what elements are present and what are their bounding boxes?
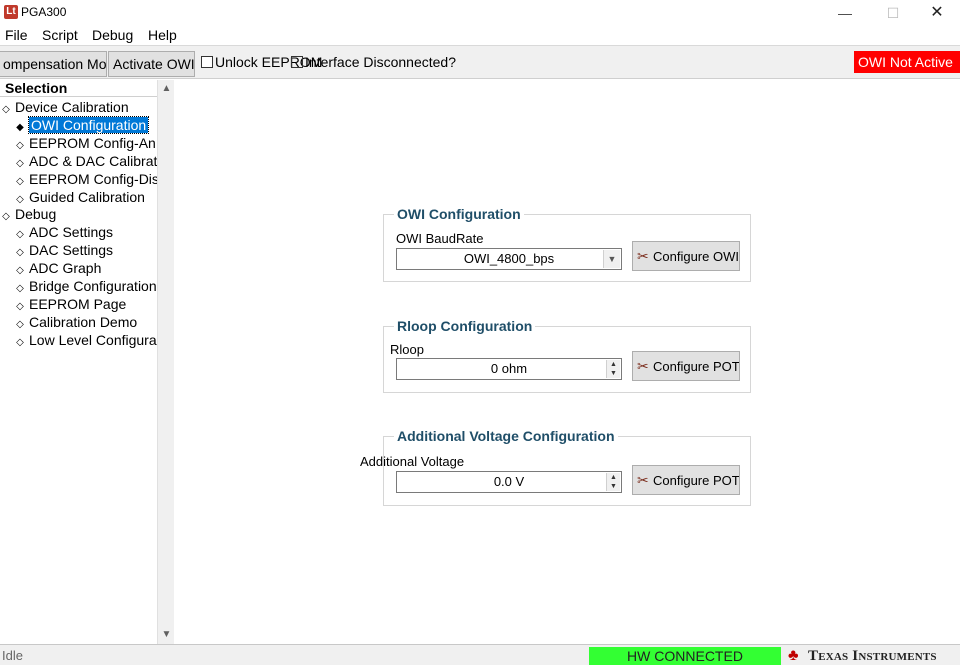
sidebar: Selection ◇ Device Calibration ◆ OWI Config… bbox=[0, 80, 174, 644]
spin-up-icon[interactable]: ▲ bbox=[607, 360, 620, 369]
spin-down-icon[interactable]: ▼ bbox=[607, 369, 620, 378]
tree-item-label: EEPROM Page bbox=[29, 295, 127, 312]
activate-owi-button[interactable]: Activate OWI bbox=[108, 51, 195, 77]
texas-state-icon: ♣ bbox=[788, 647, 799, 664]
tree-item-label: Calibration Demo bbox=[29, 313, 138, 330]
owi-status-badge: OWI Not Active bbox=[854, 51, 960, 73]
rloop-label: Rloop bbox=[390, 342, 424, 357]
tree-item[interactable]: ◇ ADC Settings bbox=[15, 223, 113, 241]
owi-baudrate-value: OWI_4800_bps bbox=[463, 251, 555, 266]
owi-configuration-group: OWI Configuration OWI BaudRate OWI_4800_… bbox=[383, 206, 751, 282]
tree-item[interactable]: ◇ EEPROM Config-An bbox=[15, 134, 156, 152]
group-title: OWI Configuration bbox=[394, 206, 524, 222]
tree-item-label: ADC Settings bbox=[29, 224, 114, 241]
brand-name: Texas Instruments bbox=[808, 648, 937, 664]
interface-disconnected-label: Interface Disconnected? bbox=[305, 54, 456, 70]
owi-baudrate-label: OWI BaudRate bbox=[396, 231, 484, 246]
additional-voltage-value: 0.0 V bbox=[493, 474, 525, 489]
menu-script[interactable]: Script bbox=[42, 26, 78, 45]
hw-connected-badge: HW CONNECTED bbox=[589, 647, 781, 665]
additional-voltage-label: Additional Voltage bbox=[360, 454, 465, 469]
diamond-icon: ◇ bbox=[2, 211, 10, 223]
tree-item-label: ADC & DAC Calibrati bbox=[29, 152, 157, 169]
tree-item-label: Low Level Configura bbox=[29, 331, 157, 348]
tree-item-label: ADC Graph bbox=[29, 260, 102, 277]
tools-icon: ✂ bbox=[637, 248, 649, 264]
tree-item[interactable]: ◇ Device Calibration bbox=[1, 98, 129, 116]
chevron-down-icon[interactable]: ▼ bbox=[603, 250, 620, 268]
sidebar-scrollbar[interactable]: ▲ ▼ bbox=[157, 80, 174, 644]
maximize-button[interactable]: ☐ bbox=[870, 0, 916, 26]
configure-pot-label: Configure POT bbox=[653, 359, 740, 374]
diamond-icon: ◇ bbox=[16, 336, 24, 348]
sidebar-header: Selection bbox=[0, 80, 157, 97]
tree-item-label: DAC Settings bbox=[29, 242, 114, 259]
scroll-up-icon[interactable]: ▲ bbox=[158, 80, 175, 97]
minimize-button[interactable]: — bbox=[822, 0, 868, 26]
tree-item[interactable]: ◇ EEPROM Config-Dis bbox=[15, 170, 157, 188]
tree-item-label: Bridge Configuration bbox=[29, 278, 157, 294]
texas-instruments-logo: ♣ Texas Instruments bbox=[788, 647, 960, 665]
toolbar: ompensation Mod Activate OWI Unlock EEPR… bbox=[0, 45, 960, 79]
title-bar: Lt PGA300 — ☐ ✕ bbox=[0, 0, 960, 26]
group-title: Additional Voltage Configuration bbox=[394, 428, 618, 444]
spin-buttons[interactable]: ▲ ▼ bbox=[606, 360, 620, 378]
tree-item-label: Device Calibration bbox=[15, 99, 129, 115]
configure-owi-button[interactable]: ✂ Configure OWI bbox=[632, 241, 740, 271]
tree-item[interactable]: ◇ Debug bbox=[1, 205, 56, 223]
interface-disconnected-checkbox[interactable] bbox=[291, 56, 303, 68]
configure-owi-label: Configure OWI bbox=[653, 249, 739, 264]
status-text: Idle bbox=[2, 648, 23, 663]
menu-help[interactable]: Help bbox=[148, 26, 177, 45]
tree-item[interactable]: ◇ EEPROM Page bbox=[15, 295, 126, 313]
window-title: PGA300 bbox=[21, 5, 67, 19]
additional-voltage-group: Additional Voltage Configuration Additio… bbox=[360, 428, 751, 506]
menu-bar: File Script Debug Help bbox=[0, 26, 960, 45]
menu-file[interactable]: File bbox=[5, 26, 28, 45]
tree-item[interactable]: ◇ Low Level Configura bbox=[15, 331, 157, 349]
rloop-spinbox[interactable]: 0 ohm ▲ ▼ bbox=[396, 358, 622, 380]
tree-item-label: Guided Calibration bbox=[29, 188, 145, 205]
scroll-down-icon[interactable]: ▼ bbox=[158, 626, 175, 643]
close-button[interactable]: ✕ bbox=[914, 0, 960, 26]
additional-voltage-spinbox[interactable]: 0.0 V ▲ ▼ bbox=[396, 471, 622, 493]
spin-up-icon[interactable]: ▲ bbox=[607, 473, 620, 482]
configure-pot-voltage-button[interactable]: ✂ Configure POT bbox=[632, 465, 740, 495]
navigation-tree: ◇ Device Calibration ◆ OWI Configuration ◇ EE… bbox=[0, 98, 157, 644]
tools-icon: ✂ bbox=[637, 472, 649, 488]
tree-item[interactable]: ◇ Calibration Demo bbox=[15, 313, 137, 331]
owi-baudrate-select[interactable]: OWI_4800_bps ▼ bbox=[396, 248, 622, 270]
diamond-icon: ◇ bbox=[2, 104, 10, 115]
status-bar: Idle HW CONNECTED ♣ Texas Instruments bbox=[0, 644, 960, 665]
tree-item[interactable]: ◆ OWI Configuration bbox=[15, 115, 150, 134]
tree-item[interactable]: ◇ Guided Calibration bbox=[15, 188, 145, 206]
tree-item-label: Debug bbox=[15, 206, 57, 223]
configure-pot-button[interactable]: ✂ Configure POT bbox=[632, 351, 740, 381]
rloop-configuration-group: Rloop Configuration Rloop 0 ohm ▲ ▼ ✂ Conf… bbox=[383, 318, 751, 393]
compensation-mode-button[interactable]: ompensation Mod bbox=[0, 51, 107, 77]
spin-down-icon[interactable]: ▼ bbox=[607, 482, 620, 491]
rloop-value: 0 ohm bbox=[490, 361, 528, 376]
tree-item-label: EEPROM Config-An bbox=[29, 134, 156, 151]
tree-item-label: OWI Configuration bbox=[27, 115, 150, 134]
tree-item-label: EEPROM Config-Dis bbox=[29, 170, 157, 187]
tools-icon: ✂ bbox=[637, 358, 649, 374]
tree-item[interactable]: ◇ ADC Graph bbox=[15, 259, 101, 277]
tree-item[interactable]: ◇ ADC & DAC Calibrati bbox=[15, 152, 157, 170]
configure-pot-label: Configure POT bbox=[653, 473, 740, 488]
tree-item[interactable]: ◇ Bridge Configuration bbox=[15, 277, 157, 295]
tree-item[interactable]: ◇ DAC Settings bbox=[15, 241, 113, 259]
unlock-eeprom-checkbox[interactable] bbox=[201, 56, 213, 68]
menu-debug[interactable]: Debug bbox=[92, 26, 133, 45]
spin-buttons[interactable]: ▲ ▼ bbox=[606, 473, 620, 491]
app-icon: Lt bbox=[4, 5, 18, 19]
group-title: Rloop Configuration bbox=[394, 318, 536, 334]
